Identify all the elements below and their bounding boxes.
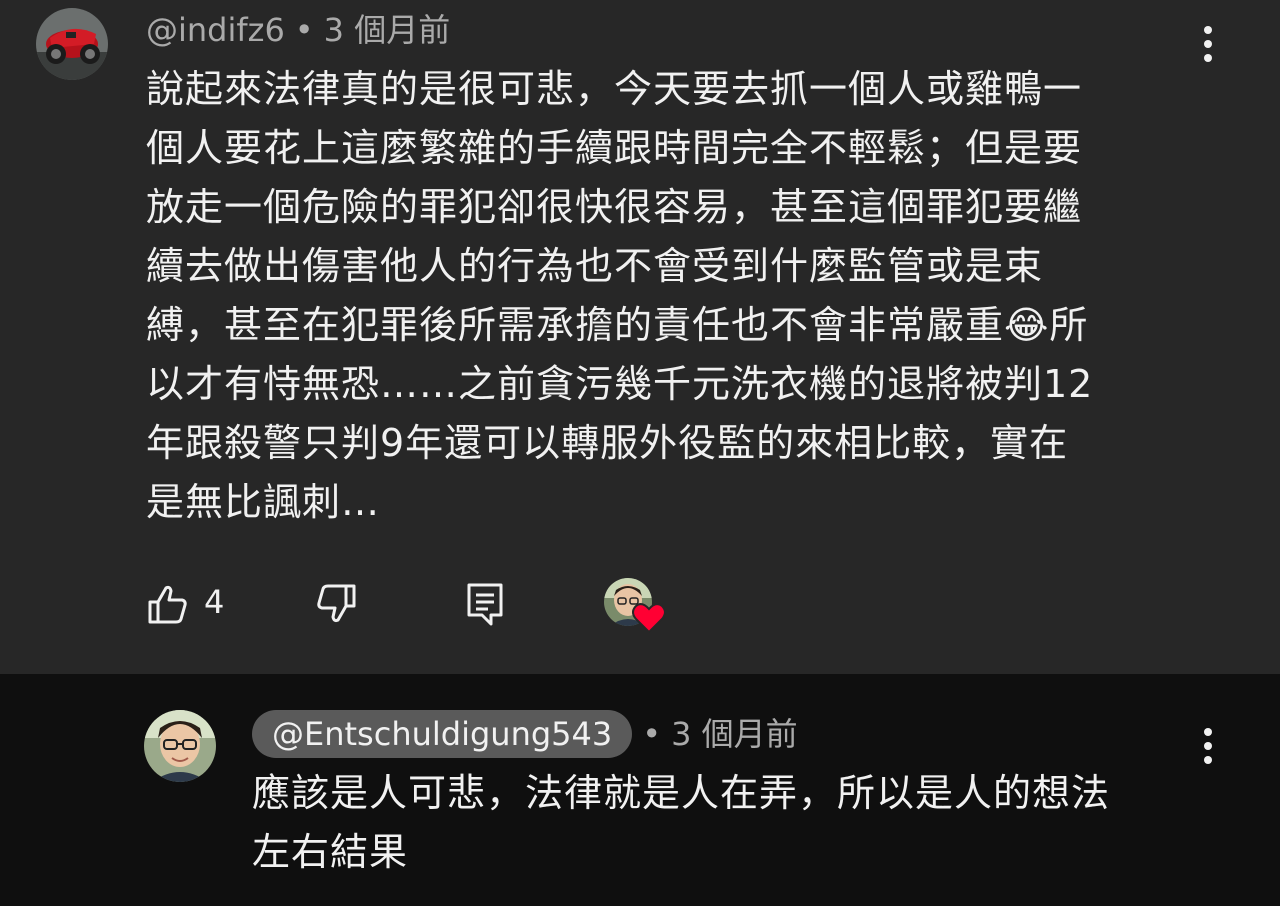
- meta-separator: •: [294, 11, 314, 49]
- comment-thread-highlighted: @indifz6 • 3 個月前 說起來法律真的是很可悲，今天要去抓一個人或雞鴨一 …: [0, 0, 1280, 674]
- commenter-handle[interactable]: @indifz6: [146, 11, 285, 49]
- reply-menu-button[interactable]: [1196, 724, 1220, 768]
- meta-separator: •: [642, 715, 662, 753]
- reply-button[interactable]: [464, 578, 508, 628]
- like-button[interactable]: 4: [146, 578, 226, 628]
- comment-timestamp[interactable]: 3 個月前: [324, 11, 451, 49]
- dislike-button[interactable]: [314, 578, 358, 628]
- reply-author-handle[interactable]: @Entschuldigung543: [252, 710, 633, 758]
- reply-author-avatar[interactable]: [144, 710, 216, 782]
- comment-text-line: 縛，甚至在犯罪後所需承擔的責任也不會非常嚴重😂所: [146, 303, 1089, 347]
- reply-meta: @Entschuldigung543 • 3 個月前: [252, 710, 798, 758]
- heart-icon: [632, 603, 666, 634]
- reply-icon: [467, 583, 503, 626]
- comment-text-line: 個人要花上這麼繁雜的手續跟時間完全不輕鬆；但是要: [146, 126, 1083, 170]
- reply-text-line: 應該是人可悲，法律就是人在弄，所以是人的想法: [252, 771, 1111, 815]
- thumb-down-icon: [317, 584, 356, 623]
- comment-text: 說起來法律真的是很可悲，今天要去抓一個人或雞鴨一 個人要花上這麼繁雜的手續跟時間…: [146, 60, 1206, 532]
- creator-heart-badge: [632, 602, 666, 634]
- thumb-up-icon: [148, 585, 187, 624]
- commenter-avatar[interactable]: [36, 8, 108, 80]
- comment-text-line: 以才有恃無恐……之前貪污幾千元洗衣機的退將被判12: [146, 362, 1094, 406]
- comment-text-line: 放走一個危險的罪犯卻很快很容易，甚至這個罪犯要繼: [146, 185, 1083, 229]
- comments-section: @indifz6 • 3 個月前 說起來法律真的是很可悲，今天要去抓一個人或雞鴨一 …: [0, 0, 1280, 906]
- comment-text-line: 年跟殺警只判9年還可以轉服外役監的來相比較，實在: [146, 421, 1069, 465]
- comment-text-line: 是無比諷刺…: [146, 480, 381, 524]
- reply-text: 應該是人可悲，法律就是人在弄，所以是人的想法 左右結果: [252, 764, 1212, 882]
- like-count: 4: [204, 583, 225, 621]
- reply-timestamp[interactable]: 3 個月前: [671, 715, 798, 753]
- more-vert-icon: [1204, 728, 1212, 764]
- reply-text-line: 左右結果: [252, 830, 409, 874]
- comment-text-line: 說起來法律真的是很可悲，今天要去抓一個人或雞鴨一: [146, 67, 1083, 111]
- comment-meta: @indifz6 • 3 個月前: [146, 10, 450, 50]
- comment-text-line: 續去做出傷害他人的行為也不會受到什麼監管或是束: [146, 244, 1044, 288]
